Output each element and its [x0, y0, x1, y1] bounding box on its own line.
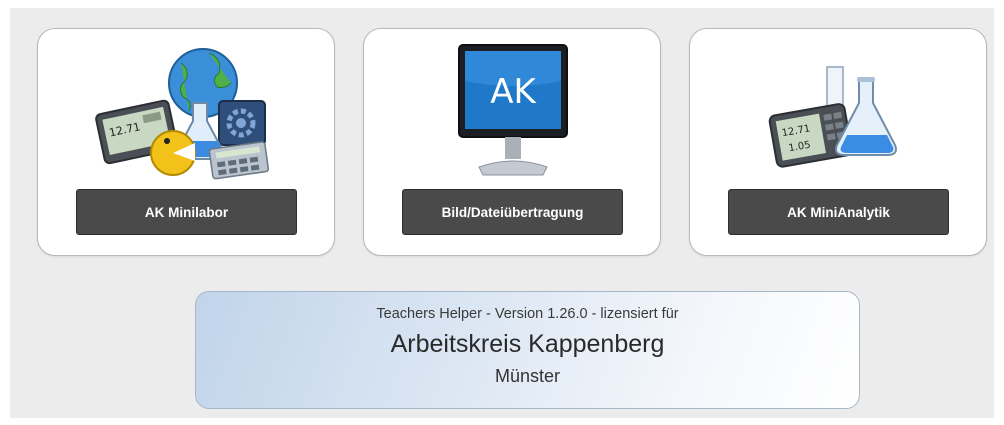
- license-panel: Teachers Helper - Version 1.26.0 - lizen…: [195, 291, 860, 409]
- bild-dateiuebertragung-button[interactable]: Bild/Dateiübertragung: [402, 189, 623, 235]
- minianalytik-icon: 12.71 1.05: [768, 66, 897, 168]
- minilabor-icon: 12.71: [95, 48, 270, 180]
- ak-minilabor-button[interactable]: AK Minilabor: [76, 189, 297, 235]
- card-bild-dateiuebertragung: AK Bild/Dateiübertragung: [363, 28, 661, 256]
- license-version-text: Teachers Helper - Version 1.26.0 - lizen…: [376, 306, 679, 322]
- monitor-screen-text: AK: [490, 72, 537, 112]
- card-minianalytik: 12.71 1.05 AK MiniAnalytik: [689, 28, 987, 256]
- license-organization: Arbeitskreis Kappenberg: [390, 330, 665, 358]
- card-minilabor: 12.71 AK Minilabor: [37, 28, 335, 256]
- ak-minianalytik-button[interactable]: AK MiniAnalytik: [728, 189, 949, 235]
- app-window: 12.71 AK Minilabor AK Bild/Dateiübertrag…: [10, 8, 994, 418]
- license-city: Münster: [494, 366, 561, 386]
- monitor-ak-icon: AK: [458, 44, 568, 176]
